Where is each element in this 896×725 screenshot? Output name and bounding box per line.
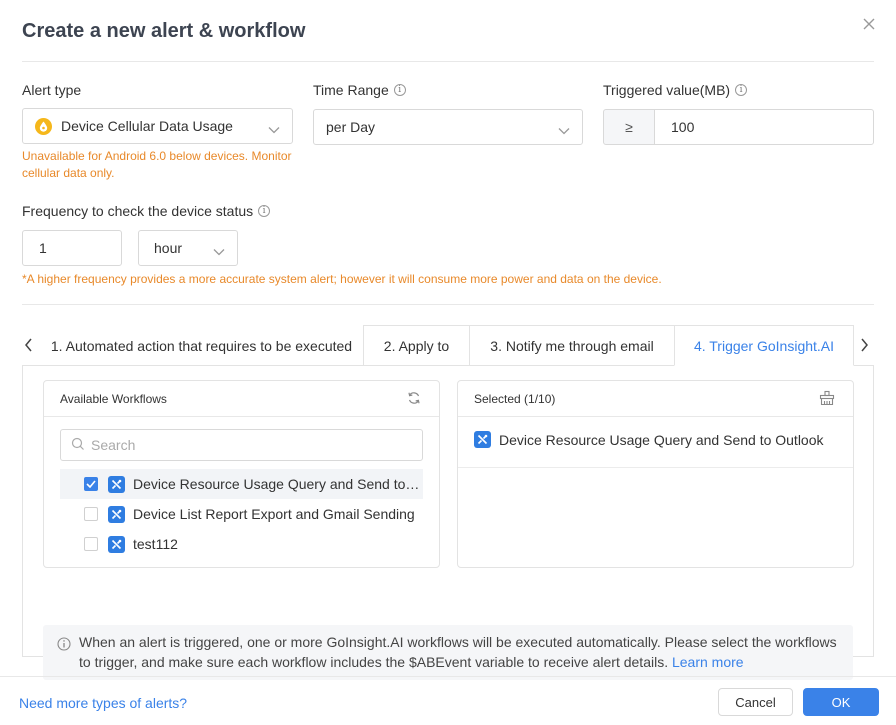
time-range-value: per Day [326, 119, 376, 135]
info-circle-icon [57, 636, 71, 656]
dialog-title: Create a new alert & workflow [22, 20, 306, 42]
available-workflows-header: Available Workflows [44, 381, 439, 417]
time-range-label: Time Range i [313, 82, 406, 98]
workflow-tools-icon [474, 431, 491, 448]
divider [22, 61, 874, 62]
tab-apply-to[interactable]: 2. Apply to [363, 325, 470, 366]
selected-workflows-box: Selected (1/10) Device Resource Usage Qu… [457, 380, 854, 568]
checkbox[interactable] [84, 507, 98, 521]
tab-prev-arrow-icon[interactable] [23, 337, 37, 353]
workflow-item-label: test112 [133, 536, 178, 552]
frequency-unit-select[interactable]: hour [138, 230, 238, 266]
available-workflows-box: Available Workflows Search Device Resour… [43, 380, 440, 568]
workflow-tools-icon [108, 475, 125, 493]
alert-type-label-text: Alert type [22, 82, 82, 98]
selected-workflow-label: Device Resource Usage Query and Send to … [499, 431, 824, 448]
info-icon[interactable]: i [258, 205, 271, 217]
tab-next-arrow-icon[interactable] [860, 337, 874, 353]
divider [458, 467, 853, 468]
tab-automated-action[interactable]: 1. Automated action that requires to be … [40, 325, 364, 366]
ok-button[interactable]: OK [803, 688, 879, 716]
time-range-select[interactable]: per Day [313, 109, 583, 145]
triggered-value-label-text: Triggered value(MB) [603, 82, 731, 98]
learn-more-link[interactable]: Learn more [672, 654, 744, 670]
close-icon[interactable] [862, 17, 876, 31]
cancel-button[interactable]: Cancel [718, 688, 793, 716]
info-icon[interactable]: i [735, 84, 748, 96]
triggered-value-input[interactable]: 100 [654, 109, 874, 145]
frequency-label-text: Frequency to check the device status [22, 203, 254, 219]
selected-workflows-header: Selected (1/10) [458, 381, 853, 417]
info-notice: When an alert is triggered, one or more … [43, 625, 853, 680]
steps-tabs: 1. Automated action that requires to be … [22, 325, 874, 680]
create-alert-dialog: Create a new alert & workflow Alert type… [0, 0, 896, 725]
selected-workflow-item: Device Resource Usage Query and Send to … [474, 431, 824, 448]
water-drop-icon [35, 117, 52, 135]
time-range-label-text: Time Range [313, 82, 389, 98]
frequency-unit-value: hour [154, 240, 183, 256]
frequency-label: Frequency to check the device status i [22, 203, 271, 219]
alert-type-hint: Unavailable for Android 6.0 below device… [22, 149, 292, 180]
workflow-item-label: Device List Report Export and Gmail Send… [133, 506, 415, 522]
workflow-tools-icon [108, 535, 125, 553]
refresh-icon[interactable] [407, 391, 421, 408]
workflow-search[interactable] [60, 429, 423, 461]
workflow-item[interactable]: Device Resource Usage Query and Send to … [60, 469, 423, 499]
divider [22, 304, 874, 305]
triggered-value-label: Triggered value(MB) i [603, 82, 748, 98]
footer-divider [0, 676, 896, 677]
alert-type-label: Alert type [22, 82, 81, 98]
search-icon [71, 437, 85, 454]
chevron-down-icon [558, 122, 570, 138]
chevron-down-icon [268, 121, 280, 137]
selected-workflows-title: Selected (1/10) [474, 391, 556, 406]
more-alert-types-link[interactable]: Need more types of alerts? [19, 695, 187, 711]
clear-all-icon[interactable] [819, 390, 835, 409]
tab-notify-email[interactable]: 3. Notify me through email [469, 325, 675, 366]
workflow-item[interactable]: test112 [60, 529, 423, 559]
trigger-goinsight-panel: Available Workflows Search Device Resour… [22, 365, 874, 680]
available-workflows-title: Available Workflows [60, 391, 167, 406]
alert-type-select[interactable]: Device Cellular Data Usage [22, 108, 293, 144]
search-input[interactable] [91, 437, 391, 453]
tab-trigger-goinsight[interactable]: 4. Trigger GoInsight.AI [674, 325, 854, 366]
alert-type-value: Device Cellular Data Usage [61, 118, 233, 134]
chevron-down-icon [213, 243, 225, 259]
workflow-item[interactable]: Device List Report Export and Gmail Send… [60, 499, 423, 529]
operator-addon: ≥ [603, 109, 655, 145]
info-icon[interactable]: i [393, 84, 406, 96]
checkbox[interactable] [84, 537, 98, 551]
workflow-item-label: Device Resource Usage Query and Send to … [133, 476, 423, 492]
frequency-value-input[interactable]: 1 [22, 230, 122, 266]
frequency-hint: *A higher frequency provides a more accu… [22, 272, 662, 286]
workflow-tools-icon [108, 505, 125, 523]
checkbox-checked[interactable] [84, 477, 98, 491]
